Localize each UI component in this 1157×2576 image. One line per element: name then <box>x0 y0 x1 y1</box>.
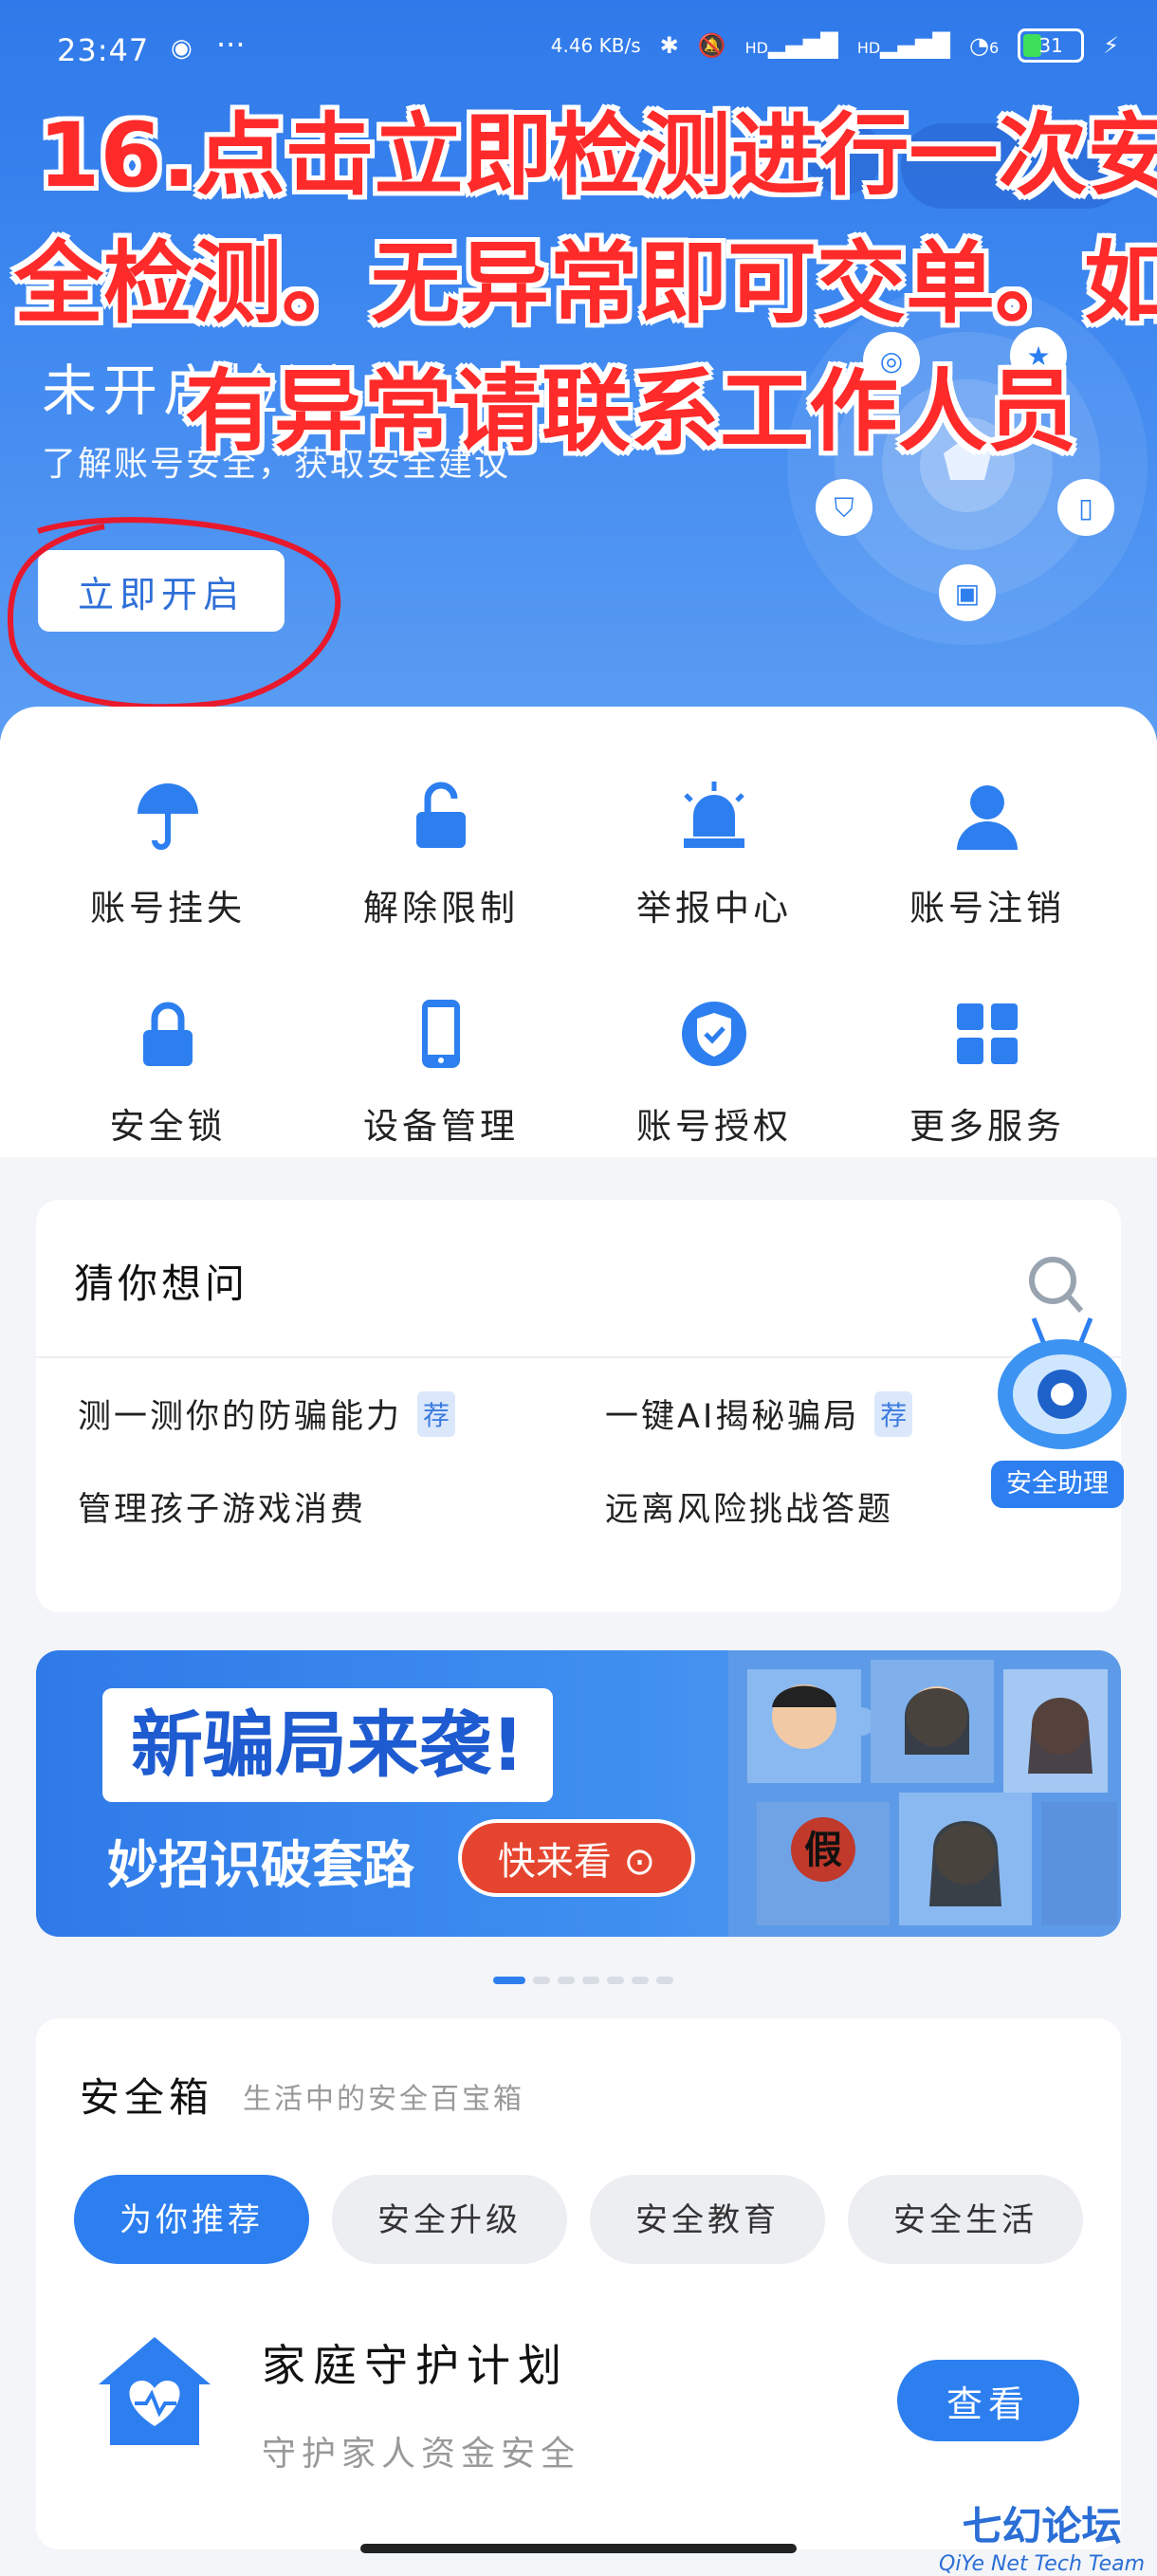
promo-banner[interactable]: 新骗局来袭! 妙招识破套路 快来看 ⊙ 假 <box>36 1650 1121 1937</box>
unlock-icon <box>398 773 484 858</box>
tab-recommend[interactable]: 为你推荐 <box>74 2175 309 2264</box>
service-security-lock[interactable]: 安全锁 <box>26 991 310 1149</box>
status-icons: 4.46 KB/s ✱ 🔕 HD▂▄▆█ HD▂▄▆█ ◔6 31 ⚡ <box>551 28 1119 63</box>
service-label: 账号注销 <box>909 888 1065 929</box>
safety-box-subtitle: 生活中的安全百宝箱 <box>243 2083 524 2116</box>
question-item[interactable]: 管理孩子游戏消费 <box>78 1482 366 1531</box>
status-bar: 23:47 ◉ ··· 4.46 KB/s ✱ 🔕 HD▂▄▆█ HD▂▄▆█ … <box>0 0 1157 104</box>
puzzle-illustration: 假 <box>728 1650 1121 1937</box>
service-report-loss[interactable]: 账号挂失 <box>26 773 310 930</box>
item-title: 家庭守护计划 <box>262 2340 569 2391</box>
battery-icon: 31 <box>1018 28 1085 63</box>
fake-sign: 假 <box>804 1829 842 1872</box>
wifi-icon: ◔6 <box>969 32 1000 59</box>
alarm-icon <box>671 773 757 858</box>
tab-security-upgrade[interactable]: 安全升级 <box>332 2175 567 2264</box>
status-time: 23:47 <box>57 32 150 68</box>
service-label: 设备管理 <box>363 1106 519 1147</box>
service-account-cancel[interactable]: 账号注销 <box>845 773 1129 930</box>
home-indicator[interactable] <box>360 2544 797 2553</box>
service-label: 账号挂失 <box>90 888 246 929</box>
svg-text:▣: ▣ <box>955 578 980 609</box>
divider <box>36 1356 1121 1358</box>
carousel-dot <box>632 1977 649 1984</box>
watermark: 七幻论坛 QiYe Net Tech Team <box>939 2494 1145 2576</box>
red-annotation-circle <box>7 517 341 710</box>
bluetooth-icon: ✱ <box>659 32 679 59</box>
services-grid: 账号挂失 解除限制 举报中心 账号注销 安全锁 设备管理 账号授权 更多服务 <box>0 707 1157 1157</box>
charging-icon: ⚡ <box>1103 32 1119 59</box>
service-more[interactable]: 更多服务 <box>845 991 1129 1149</box>
banner-button[interactable]: 快来看 ⊙ <box>458 1819 695 1897</box>
guess-card: 猜你想问 测一测你的防骗能力荐 一键AI揭秘骗局荐 管理孩子游戏消费 远离风险挑… <box>36 1200 1121 1612</box>
watermark-subtitle: QiYe Net Tech Team <box>939 2552 1146 2576</box>
safety-box-card: 安全箱 生活中的安全百宝箱 为你推荐 安全升级 安全教育 安全生活 家庭守护计划… <box>36 2018 1121 2549</box>
overlay-instruction-line2: 全检测。无异常即可交单。如 <box>14 232 1157 336</box>
umbrella-icon <box>125 773 211 858</box>
network-speed: 4.46 KB/s <box>550 34 641 57</box>
tab-security-education[interactable]: 安全教育 <box>590 2175 825 2264</box>
item-subtitle: 守护家人资金安全 <box>262 2435 581 2474</box>
question-item[interactable]: 远离风险挑战答题 <box>605 1482 893 1531</box>
banner-headline: 新骗局来袭! <box>102 1688 553 1802</box>
assistant-label[interactable]: 安全助理 <box>991 1461 1124 1508</box>
mute-icon: 🔕 <box>697 32 726 59</box>
watermark-title: 七幻论坛 <box>962 2503 1122 2549</box>
carousel-dot <box>493 1977 525 1984</box>
carousel-dot <box>582 1977 599 1984</box>
carousel-dot <box>656 1977 673 1984</box>
svg-text:▯: ▯ <box>1078 492 1093 524</box>
carousel-dot <box>533 1977 550 1984</box>
signal-hd1: HD▂▄▆█ <box>744 32 838 59</box>
question-item[interactable]: 测一测你的防骗能力荐 <box>78 1389 456 1438</box>
service-label: 更多服务 <box>909 1106 1065 1147</box>
hero-section: 23:47 ◉ ··· 4.46 KB/s ✱ 🔕 HD▂▄▆█ HD▂▄▆█ … <box>0 0 1157 740</box>
guess-title: 猜你想问 <box>74 1260 249 1307</box>
person-icon <box>945 773 1030 858</box>
view-button[interactable]: 查看 <box>897 2360 1079 2441</box>
svg-text:⛉: ⛉ <box>834 492 854 524</box>
signal-hd2: HD▂▄▆█ <box>856 32 950 59</box>
overlay-instruction-line3: 有异常请联系工作人员 <box>185 360 1077 464</box>
service-label: 安全锁 <box>109 1106 227 1147</box>
service-label: 解除限制 <box>363 888 519 929</box>
recommend-badge: 荐 <box>874 1390 913 1437</box>
banner-subline: 妙招识破套路 <box>107 1835 414 1895</box>
service-label: 举报中心 <box>636 888 792 929</box>
service-unlock-restriction[interactable]: 解除限制 <box>299 773 583 930</box>
question-item[interactable]: 一键AI揭秘骗局荐 <box>605 1389 913 1438</box>
service-device-management[interactable]: 设备管理 <box>299 991 583 1149</box>
tab-safe-living[interactable]: 安全生活 <box>848 2175 1083 2264</box>
phone-icon <box>398 991 484 1076</box>
more-notifications-icon: ··· <box>216 27 246 63</box>
app-notification-icon: ◉ <box>171 34 193 63</box>
recommend-badge: 荐 <box>417 1390 456 1437</box>
carousel-indicator <box>493 1977 673 1984</box>
overlay-instruction-line1: 16.点击立即检测进行一次安 <box>38 104 1157 208</box>
lock-icon <box>125 991 211 1076</box>
security-radar-graphic: ◎ ★ ⛉ ▯ ▣ <box>787 294 1148 645</box>
service-report-center[interactable]: 举报中心 <box>572 773 856 930</box>
safety-box-title: 安全箱 <box>80 2074 214 2121</box>
carousel-dot <box>558 1977 575 1984</box>
service-label: 账号授权 <box>636 1106 792 1147</box>
shield-check-icon <box>671 991 757 1076</box>
grid-icon <box>945 991 1030 1076</box>
carousel-dot <box>607 1977 624 1984</box>
home-heart-icon <box>99 2337 211 2445</box>
service-account-authorization[interactable]: 账号授权 <box>572 991 856 1149</box>
